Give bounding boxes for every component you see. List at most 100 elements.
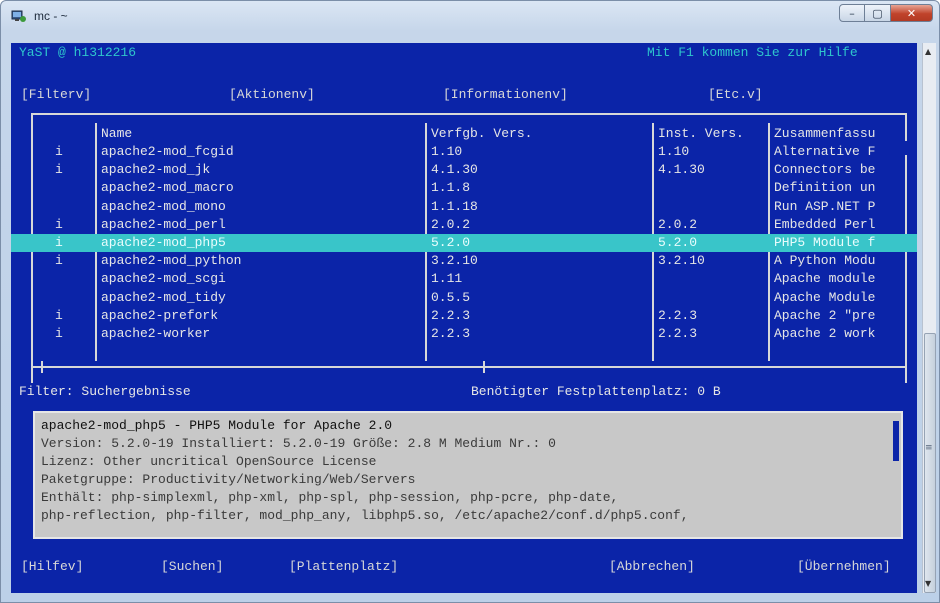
menu-information[interactable]: [Informationenv]	[443, 87, 568, 103]
scroll-down-icon[interactable]: ▼	[925, 579, 931, 588]
table-row[interactable]: apache2-mod_mono 1.1.18 Run ASP.NET P	[11, 198, 917, 216]
package-name: apache2-mod_macro	[101, 180, 234, 196]
package-summary: Run ASP.NET P	[774, 198, 876, 214]
hscroll-left-mark	[41, 361, 43, 373]
help-button[interactable]: [Hilfev]	[21, 559, 83, 574]
close-button[interactable]: ✕	[891, 4, 933, 22]
frame-bottom-border	[31, 366, 907, 368]
minimize-button[interactable]: –	[839, 4, 865, 22]
package-installed-version: 5.2.0	[658, 235, 698, 250]
description-contains: Enthält: php-simplexml, php-xml, php-spl…	[41, 490, 619, 505]
package-status: i	[55, 307, 63, 323]
column-header-name[interactable]: Name	[101, 125, 421, 143]
package-available-version: 0.5.5	[431, 289, 471, 305]
package-name: apache2-mod_jk	[101, 162, 211, 178]
table-row[interactable]: i apache2-mod_jk 4.1.30 4.1.30 Connectors be	[11, 161, 917, 179]
package-available-version: 2.2.3	[431, 307, 471, 323]
yast-host-label: YaST @ h1312216	[19, 45, 137, 60]
package-available-version: 1.1.18	[431, 198, 478, 214]
package-summary: Apache 2 work	[774, 326, 876, 341]
table-row[interactable]: i apache2-worker 2.2.3 2.2.3 Apache 2 work	[11, 325, 917, 343]
package-status: i	[55, 162, 63, 178]
package-summary: Connectors be	[774, 162, 876, 178]
table-row[interactable]: i apache2-mod_php5 5.2.0 5.2.0 PHP5 Module f	[11, 234, 917, 252]
app-icon	[11, 10, 26, 22]
menu-actions[interactable]: [Aktionenv]	[229, 87, 315, 103]
package-name: apache2-mod_scgi	[101, 271, 226, 287]
package-status: i	[55, 144, 63, 159]
menu-filter[interactable]: [Filterv]	[21, 87, 91, 103]
table-row[interactable]: apache2-mod_macro 1.1.8 Definition un	[11, 179, 917, 197]
package-summary: PHP5 Module f	[774, 235, 876, 250]
column-header-installed[interactable]: Inst. Vers.	[658, 125, 768, 143]
frame-top-border	[31, 113, 907, 115]
table-row[interactable]: i apache2-mod_fcgid 1.10 1.10 Alternative F	[11, 143, 917, 161]
maximize-button[interactable]: ▢	[865, 4, 891, 22]
package-name: apache2-mod_php5	[101, 235, 226, 250]
disk-space-button[interactable]: [Plattenplatz]	[289, 559, 398, 574]
description-group: Paketgruppe: Productivity/Networking/Web…	[41, 472, 416, 487]
title-bar[interactable]: mc - ~ – ▢ ✕	[1, 1, 940, 31]
help-hint: Mit F1 kommen Sie zur Hilfe	[647, 45, 858, 60]
package-available-version: 3.2.10	[431, 253, 478, 269]
table-row[interactable]: apache2-mod_tidy 0.5.5 Apache Module	[11, 289, 917, 307]
scroll-grip-icon: ≡	[925, 443, 933, 453]
package-available-version: 2.0.2	[431, 216, 471, 232]
accept-button[interactable]: [Übernehmen]	[797, 559, 891, 574]
package-name: apache2-mod_fcgid	[101, 144, 234, 159]
package-available-version: 5.2.0	[431, 235, 471, 250]
scroll-thumb[interactable]	[924, 333, 936, 593]
package-installed-version: 2.2.3	[658, 307, 698, 323]
package-installed-version: 2.2.3	[658, 326, 698, 341]
cancel-button[interactable]: [Abbrechen]	[609, 559, 695, 574]
window-scrollbar[interactable]: ▲ ≡ ▼	[922, 43, 936, 593]
package-available-version: 1.10	[431, 144, 463, 159]
package-name: apache2-mod_mono	[101, 198, 226, 214]
description-title: apache2-mod_php5 - PHP5 Module for Apach…	[41, 418, 393, 433]
package-available-version: 4.1.30	[431, 162, 478, 178]
menu-etc[interactable]: [Etc.v]	[708, 87, 763, 103]
window-title: mc - ~	[34, 9, 68, 23]
column-header-available[interactable]: Verfgb. Vers.	[431, 125, 646, 143]
package-summary: Apache module	[774, 271, 876, 287]
table-row[interactable]: i apache2-mod_perl 2.0.2 2.0.2 Embedded Perl	[11, 216, 917, 234]
terminal-window: mc - ~ – ▢ ✕ YaST @ h1312216 Mit F1 komm…	[0, 0, 940, 603]
description-scrollbar[interactable]	[893, 421, 899, 461]
description-version: Version: 5.2.0-19 Installiert: 5.2.0-19 …	[41, 436, 556, 451]
package-name: apache2-mod_perl	[101, 216, 226, 232]
package-status: i	[55, 253, 63, 269]
scroll-up-icon[interactable]: ▲	[925, 47, 931, 56]
list-scroll-gap	[904, 141, 907, 155]
hscroll-thumb-mark[interactable]	[483, 361, 485, 373]
package-name: apache2-prefork	[101, 307, 219, 323]
package-status: i	[55, 235, 63, 250]
package-summary: Definition un	[774, 180, 876, 196]
search-button[interactable]: [Suchen]	[161, 559, 223, 574]
package-status: i	[55, 326, 63, 341]
package-description[interactable]: apache2-mod_php5 - PHP5 Module for Apach…	[33, 411, 903, 539]
package-name: apache2-mod_tidy	[101, 289, 226, 305]
package-installed-version: 1.10	[658, 144, 690, 159]
package-summary: Embedded Perl	[774, 216, 876, 232]
disk-space-status: Benötigter Festplattenplatz: 0 B	[471, 384, 721, 399]
table-row[interactable]: i apache2-mod_python 3.2.10 3.2.10 A Python …	[11, 252, 917, 270]
package-available-version: 1.11	[431, 271, 463, 287]
package-available-version: 1.1.8	[431, 180, 471, 196]
package-name: apache2-mod_python	[101, 253, 242, 269]
package-installed-version: 2.0.2	[658, 216, 698, 232]
package-summary: A Python Modu	[774, 253, 876, 269]
package-name: apache2-worker	[101, 326, 211, 341]
table-header: Name Verfgb. Vers. Inst. Vers. Zusammenf…	[11, 125, 917, 143]
package-status: i	[55, 216, 63, 232]
description-license: Lizenz: Other uncritical OpenSource Lice…	[41, 454, 377, 469]
package-summary: Alternative F	[774, 144, 876, 159]
table-row[interactable]: i apache2-prefork 2.2.3 2.2.3 Apache 2 "pre	[11, 307, 917, 325]
package-summary: Apache 2 "pre	[774, 307, 876, 323]
package-installed-version: 3.2.10	[658, 253, 705, 269]
column-header-summary[interactable]: Zusammenfassu	[774, 125, 906, 143]
terminal-area[interactable]: YaST @ h1312216 Mit F1 kommen Sie zur Hi…	[11, 43, 917, 593]
table-row[interactable]: apache2-mod_scgi 1.11 Apache module	[11, 270, 917, 288]
window-controls: – ▢ ✕	[839, 4, 933, 22]
package-installed-version: 4.1.30	[658, 162, 705, 178]
package-available-version: 2.2.3	[431, 326, 471, 341]
